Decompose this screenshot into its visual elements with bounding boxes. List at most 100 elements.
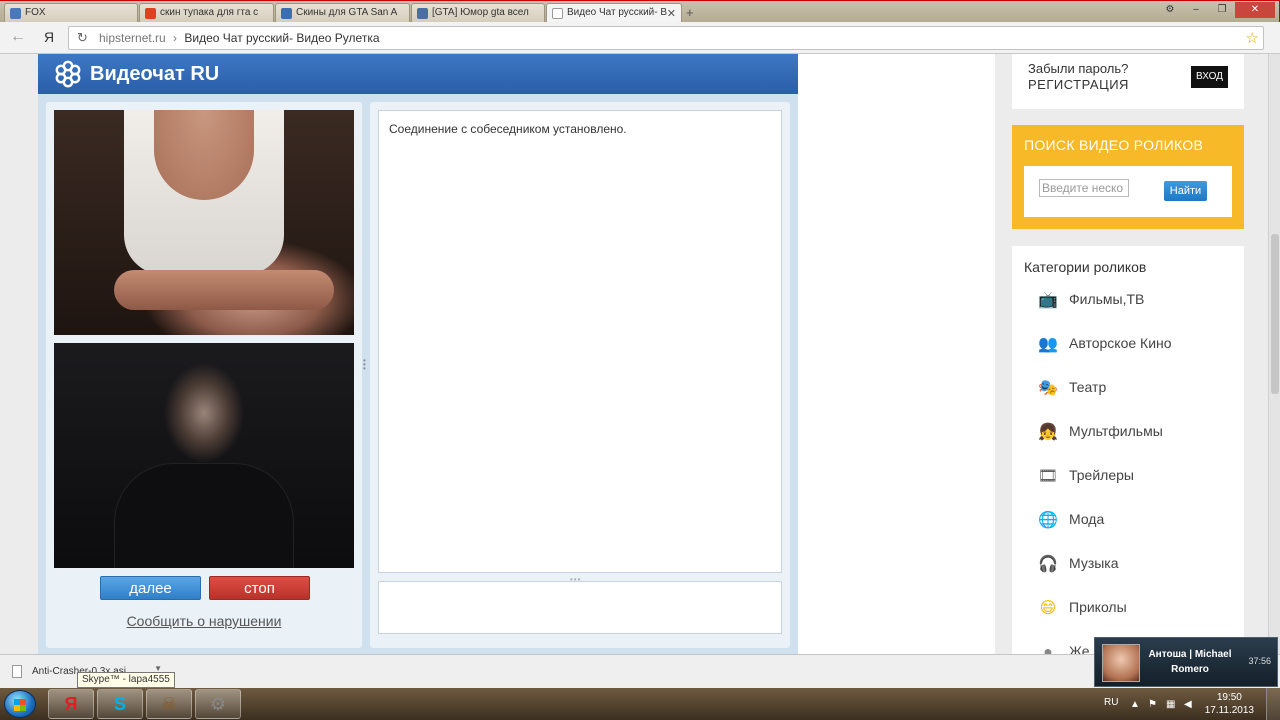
category-item[interactable]: 🎞 Трейлеры	[1036, 462, 1236, 492]
tab-label: скин тупака для гта с	[160, 7, 259, 18]
flag-icon[interactable]: ⚑	[1148, 699, 1157, 710]
fox-tab-icon	[10, 8, 21, 19]
category-label: Трейлеры	[1069, 467, 1134, 483]
web-page: Видеочат RU далее стоп Сообщить о наруше…	[0, 54, 1268, 654]
new-tab-button[interactable]: +	[686, 5, 694, 20]
scrollbar-thumb[interactable]	[1271, 234, 1279, 394]
tab-tupac-skin[interactable]: скин тупака для гта с	[139, 3, 274, 22]
tab-label: [GTA] Юмор gta всел	[432, 7, 529, 18]
chat-message-input[interactable]	[378, 581, 782, 634]
search-input[interactable]: Введите неско	[1039, 179, 1129, 197]
register-link[interactable]: РЕГИСТРАЦИЯ	[1028, 77, 1129, 92]
panel-splitter-handle[interactable]: • • •	[363, 357, 366, 373]
notification-contact-name: Антоша | Michael Romero	[1148, 649, 1232, 675]
close-window-icon[interactable]: ✕	[1235, 2, 1275, 18]
windows-taskbar: Я S ☠ ⚙ RU ▲ ⚑ ▦ ◀ 19:50 17.11.2013	[0, 688, 1280, 720]
clock-date: 17.11.2013	[1204, 705, 1254, 716]
category-label: Мода	[1069, 511, 1105, 527]
restore-icon[interactable]: ❐	[1209, 2, 1235, 18]
start-button-icon[interactable]	[4, 690, 36, 718]
search-button[interactable]: Найти	[1164, 181, 1207, 201]
category-item[interactable]: 🌐 Мода	[1036, 506, 1236, 536]
minimize-icon[interactable]: –	[1183, 2, 1209, 18]
system-clock[interactable]: 19:50 17.11.2013	[1205, 691, 1254, 717]
local-video	[54, 343, 354, 568]
search-title: ПОИСК ВИДЕО РОЛИКОВ	[1024, 137, 1204, 153]
headphones-icon: 🎧	[1038, 556, 1058, 573]
film-icon: 🎞	[1037, 468, 1059, 485]
page-scrollbar[interactable]	[1268, 54, 1280, 654]
site-tab-icon	[281, 8, 292, 19]
tab-label: FOX	[25, 7, 46, 18]
gta-icon[interactable]: ☠	[146, 689, 192, 719]
forgot-password-link[interactable]: Забыли пароль?	[1028, 61, 1128, 76]
notification-call-time: 37:56	[1248, 656, 1271, 666]
search-form: Введите неско Найти	[1024, 166, 1232, 217]
language-indicator[interactable]: RU	[1104, 697, 1118, 708]
page-title: Видеочат RU	[90, 63, 220, 85]
category-label: Музыка	[1069, 555, 1119, 571]
theater-icon: 🎭	[1038, 380, 1058, 397]
chat-panel: Соединение с собеседником установлено. •…	[370, 102, 790, 648]
system-tray: RU ▲ ⚑ ▦ ◀ 19:50 17.11.2013	[1090, 688, 1280, 720]
tab-videochat[interactable]: Видео Чат русский- В ✕	[546, 3, 682, 23]
category-label: Театр	[1069, 379, 1107, 395]
show-desktop-button[interactable]	[1266, 688, 1280, 720]
category-item[interactable]: 🎭 Театр	[1036, 374, 1236, 404]
people-icon: 👥	[1038, 336, 1058, 353]
skype-tooltip: Skype™ - lapa4555	[77, 672, 175, 688]
close-tab-icon[interactable]: ✕	[667, 7, 676, 20]
category-label: Авторское Кино	[1069, 335, 1172, 351]
chat-log: Соединение с собеседником установлено.	[378, 110, 782, 573]
stop-button[interactable]: стоп	[209, 576, 310, 600]
address-bar: ← Я ↻ hipsternet.ru › Видео Чат русский-…	[0, 22, 1280, 54]
tab-fox[interactable]: FOX	[4, 3, 138, 22]
skype-icon[interactable]: S	[97, 689, 143, 719]
reload-icon[interactable]: ↻	[77, 30, 88, 46]
report-violation-link[interactable]: Сообщить о нарушении	[46, 613, 362, 629]
remote-video-arms	[114, 270, 334, 310]
url-separator: ›	[173, 31, 178, 45]
url-page-title: Видео Чат русский- Видео Рулетка	[184, 31, 380, 45]
file-icon	[12, 665, 22, 678]
videochat-body: далее стоп Сообщить о нарушении • • • Соед…	[38, 94, 798, 654]
avatar	[1102, 644, 1140, 682]
categories-box: Категории роликов 📺 Фильмы,ТВ 👥 Авторское К…	[1012, 246, 1244, 654]
window-controls: ⚙ – ❐ ✕	[1157, 2, 1275, 18]
network-icon[interactable]: ▦	[1166, 699, 1175, 710]
volume-icon[interactable]: ◀	[1184, 699, 1192, 710]
settings-app-icon[interactable]: ⚙	[195, 689, 241, 719]
local-video-person	[114, 463, 294, 568]
back-arrow-icon[interactable]: ←	[10, 28, 26, 46]
download-bar: Anti-Crasher-0.3x.asi ▼	[0, 654, 1280, 688]
gear-icon[interactable]: ⚙	[1157, 2, 1183, 18]
url-host: hipsternet.ru	[99, 31, 166, 45]
category-item[interactable]: 📺 Фильмы,ТВ	[1036, 286, 1236, 316]
login-button[interactable]: ВХОД	[1191, 66, 1228, 88]
page-content: Видеочат RU далее стоп Сообщить о наруше…	[38, 54, 995, 654]
tv-icon: 📺	[1038, 292, 1058, 309]
yandex-tab-icon	[145, 8, 156, 19]
yandex-icon[interactable]: Я	[44, 29, 54, 45]
globe-icon: 🌐	[1038, 512, 1058, 529]
tab-gta-skins[interactable]: Скины для GTA San A	[275, 3, 410, 22]
category-item[interactable]: 👥 Авторское Кино	[1036, 330, 1236, 360]
yandex-browser-icon[interactable]: Я	[48, 689, 94, 719]
category-label: Мультфильмы	[1069, 423, 1163, 439]
tab-gta-humor[interactable]: [GTA] Юмор gta всел	[411, 3, 545, 22]
url-field[interactable]: ↻ hipsternet.ru › Видео Чат русский- Вид…	[68, 26, 1264, 50]
category-item[interactable]: 😄 Приколы	[1036, 594, 1236, 624]
cartoon-icon: 👧	[1038, 424, 1058, 441]
video-search-box: ПОИСК ВИДЕО РОЛИКОВ Введите неско Найти	[1012, 125, 1244, 229]
bookmark-star-icon[interactable]: ☆	[1246, 29, 1259, 47]
skype-notification[interactable]: Антоша | Michael Romero 37:56	[1094, 637, 1278, 687]
category-label: Же	[1069, 643, 1090, 654]
chat-status-message: Соединение с собеседником установлено.	[389, 122, 627, 136]
category-item[interactable]: 👧 Мультфильмы	[1036, 418, 1236, 448]
tab-label: Видео Чат русский- В	[567, 7, 668, 18]
categories-title: Категории роликов	[1024, 259, 1147, 275]
login-box: Забыли пароль? РЕГИСТРАЦИЯ ВХОД	[1012, 54, 1244, 109]
tray-expand-icon[interactable]: ▲	[1130, 699, 1140, 710]
next-button[interactable]: далее	[100, 576, 201, 600]
category-item[interactable]: 🎧 Музыка	[1036, 550, 1236, 580]
